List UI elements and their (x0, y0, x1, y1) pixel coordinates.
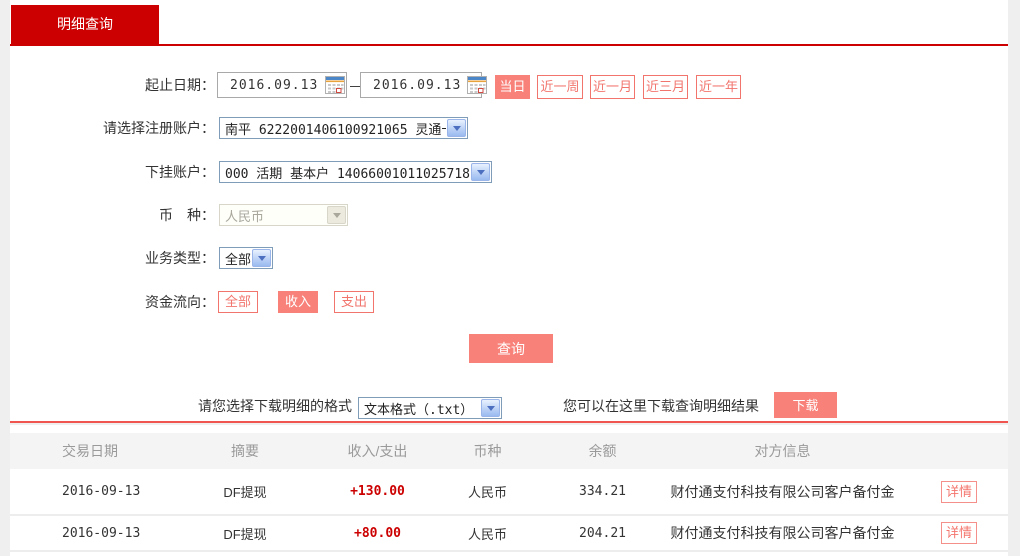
cell-currency: 人民币 (467, 485, 507, 500)
calendar-icon[interactable] (324, 73, 346, 97)
cell-trade-date: 2016-09-13 (62, 525, 141, 541)
header-counterparty: 对方信息 (754, 443, 811, 459)
currency-select: 人民币 (219, 204, 348, 226)
table-row: 2016-09-13 DF提现 +80.00 人民币 204.21 财付通支付科… (10, 516, 1008, 552)
cell-summary: DF提现 (223, 526, 267, 542)
header-income-expense: 收入/支出 (347, 443, 408, 459)
cell-counterparty: 财付通支付科技有限公司客户备付金 (670, 483, 895, 500)
cell-summary: DF提现 (223, 485, 267, 500)
cell-counterparty: 财付通支付科技有限公司客户备付金 (670, 525, 895, 541)
table-row: 2016-09-13 DF提现 +130.00 人民币 334.21 财付通支付… (10, 469, 1008, 516)
results-table-header: 交易日期 摘要 收入/支出 币种 余额 对方信息 (10, 433, 1008, 469)
fund-flow-expense-button[interactable]: 支出 (334, 291, 374, 313)
chevron-down-icon (327, 206, 346, 224)
quick-range-year-button[interactable]: 近一年 (696, 75, 741, 99)
tab-detail-query[interactable]: 明细查询 (11, 5, 159, 44)
currency-value: 人民币 (225, 209, 265, 225)
business-type-select[interactable]: 全部 (219, 247, 273, 269)
register-account-label: 请选择注册账户： (103, 120, 215, 136)
header-summary: 摘要 (231, 443, 259, 459)
quick-range-today-button[interactable]: 当日 (495, 75, 530, 99)
chevron-down-icon[interactable] (481, 399, 500, 417)
header-trade-date: 交易日期 (62, 443, 118, 459)
download-format-label: 请您选择下载明细的格式 (198, 398, 352, 414)
business-type-value: 全部 (225, 252, 251, 268)
chevron-down-icon[interactable] (252, 249, 271, 267)
quick-range-3month-button[interactable]: 近三月 (643, 75, 688, 99)
fund-flow-income-button[interactable]: 收入 (278, 291, 318, 313)
calendar-icon[interactable] (467, 73, 487, 97)
sub-account-label: 下挂账户： (145, 164, 215, 180)
download-button[interactable]: 下载 (774, 392, 837, 418)
date-range-label: 起止日期： (145, 77, 215, 93)
register-account-value: 南平 6222001406100921065 灵通卡 (225, 122, 446, 138)
cell-balance: 334.21 (579, 484, 626, 499)
chevron-down-icon[interactable] (471, 163, 490, 181)
register-account-select[interactable]: 南平 6222001406100921065 灵通卡 (219, 117, 468, 139)
header-balance: 余额 (588, 443, 617, 459)
cell-currency: 人民币 (467, 526, 507, 542)
download-format-value: 文本格式（.txt） (364, 402, 474, 418)
results-panel: 交易日期 摘要 收入/支出 币种 余额 对方信息 2016-09-13 DF提现… (10, 425, 1008, 556)
query-button[interactable]: 查询 (469, 334, 553, 363)
download-hint-label: 您可以在这里下载查询明细结果 (563, 398, 759, 414)
chevron-down-icon[interactable] (447, 119, 466, 137)
detail-button[interactable]: 详情 (941, 480, 977, 503)
start-date-field[interactable] (218, 76, 324, 94)
sub-account-value: 000 活期 基本户 1406600101102571848 (225, 166, 470, 182)
results-rows: 2016-09-13 DF提现 +130.00 人民币 334.21 财付通支付… (10, 469, 1008, 552)
download-format-select[interactable]: 文本格式（.txt） (358, 397, 502, 419)
tab-bar: 明细查询 (10, 0, 1008, 44)
header-currency: 币种 (473, 443, 502, 459)
cell-amount: +80.00 (354, 525, 401, 541)
fund-flow-all-button[interactable]: 全部 (218, 291, 258, 313)
start-date-input[interactable] (217, 72, 347, 98)
end-date-field[interactable] (361, 76, 467, 94)
detail-button[interactable]: 详情 (941, 522, 977, 544)
quick-range-month-button[interactable]: 近一月 (590, 75, 635, 99)
currency-label: 币 种： (159, 207, 215, 223)
end-date-input[interactable] (360, 72, 487, 98)
cell-trade-date: 2016-09-13 (62, 484, 141, 499)
sub-account-select[interactable]: 000 活期 基本户 1406600101102571848 (219, 161, 492, 183)
cell-balance: 204.21 (579, 525, 626, 541)
query-form-panel: 起止日期： — (10, 46, 1008, 423)
fund-flow-label: 资金流向： (145, 294, 215, 310)
business-type-label: 业务类型： (145, 250, 215, 266)
cell-amount: +130.00 (350, 484, 405, 499)
quick-range-week-button[interactable]: 近一周 (537, 75, 583, 99)
